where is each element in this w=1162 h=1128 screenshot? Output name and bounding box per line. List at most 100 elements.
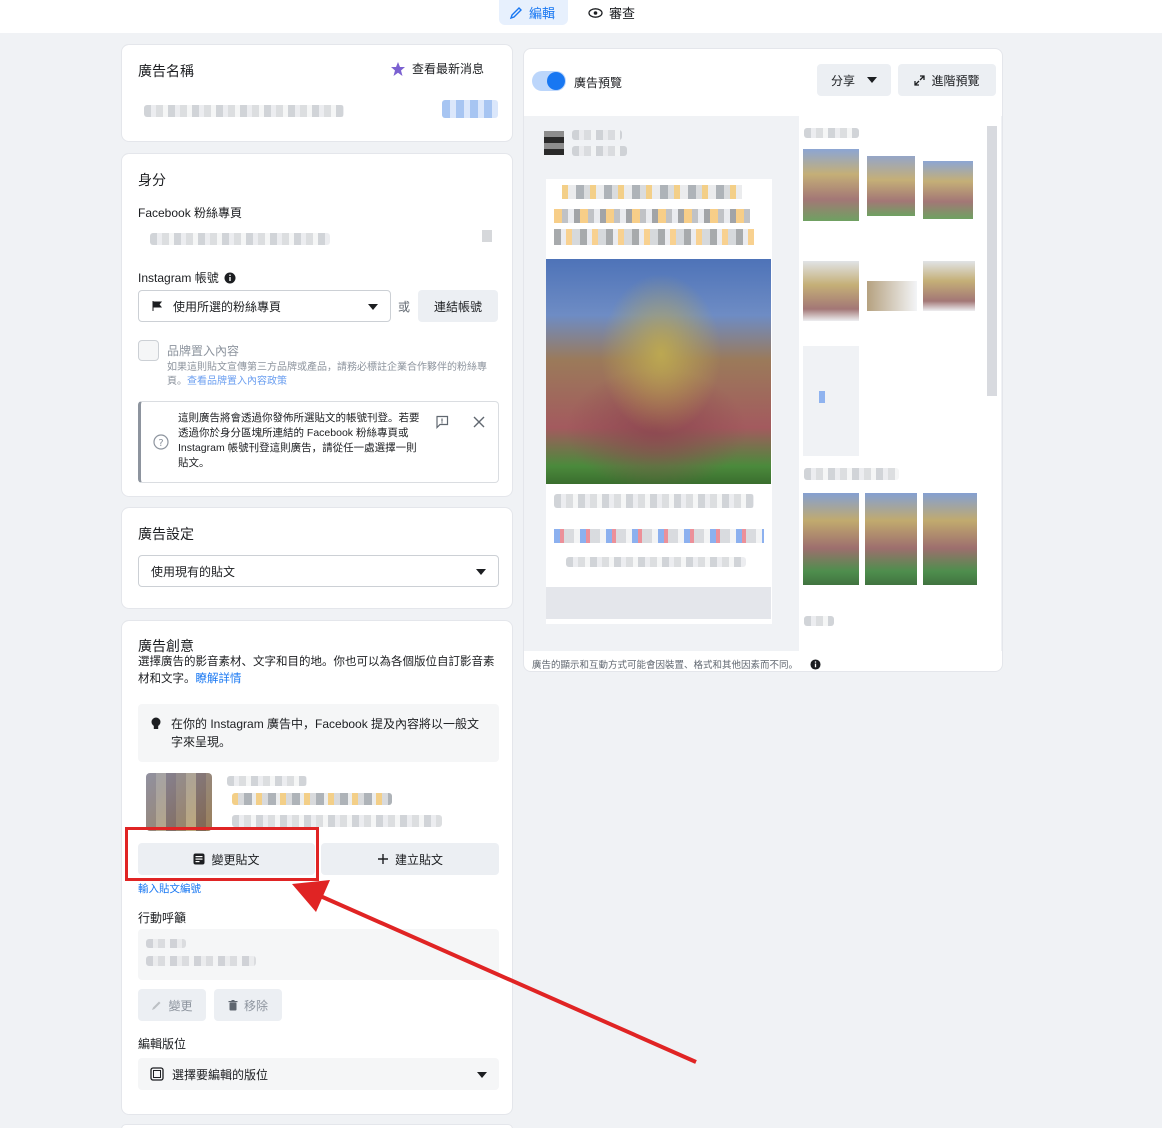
close-icon[interactable] [473, 416, 485, 428]
cta-change-label: 變更 [168, 998, 193, 1013]
placement-icon [150, 1067, 164, 1081]
creative-desc-text: 選擇廣告的影音素材、文字和目的地。你也可以為各個版位自訂影音素材和文字。 [138, 656, 495, 685]
preview-caption-line-2 [554, 209, 750, 223]
tab-review-label: 審查 [609, 6, 636, 21]
preview-actions-line [554, 529, 764, 543]
chevron-down-icon [368, 304, 378, 310]
gallery-scrollbar[interactable] [987, 126, 997, 396]
svg-text:?: ? [158, 438, 163, 449]
preview-gallery [799, 116, 1001, 651]
post-thumbnail [146, 773, 212, 831]
preview-cta-bar [546, 587, 771, 619]
identity-notice-text: 這則廣告將會透過你發佈所選貼文的帳號刊登。若要透過你於身分區塊所連結的 Face… [178, 412, 420, 469]
gallery-thumb-8 [865, 493, 917, 585]
connect-account-button[interactable]: 連結帳號 [418, 290, 498, 322]
branded-content-checkbox[interactable] [138, 340, 159, 361]
pencil-icon [509, 6, 522, 19]
creative-tip-text: 在你的 Instagram 廣告中，Facebook 提及內容將以一般文字來呈現… [171, 717, 480, 749]
identity-card: 身分 Facebook 粉絲專頁 Instagram 帳號 使用所選的粉絲專頁 … [121, 153, 513, 497]
creative-tip-box: 在你的 Instagram 廣告中，Facebook 提及內容將以一般文字來呈現… [138, 704, 499, 762]
advanced-preview-label: 進階預覽 [931, 73, 980, 88]
edit-placement-label: 編輯版位 [138, 1037, 187, 1051]
tab-review[interactable]: 審查 [578, 0, 645, 25]
pencil-icon [152, 1001, 161, 1010]
chevron-down-icon [867, 77, 877, 83]
next-card-edge [121, 1124, 513, 1128]
ad-name-card: 廣告名稱 查看最新消息 [121, 44, 513, 142]
lightbulb-icon [151, 717, 161, 729]
edit-placement-select[interactable]: 選擇要編輯的版位 [138, 1058, 499, 1090]
cta-label: 行動呼籲 [138, 911, 187, 925]
cta-box[interactable] [138, 929, 499, 980]
gallery-placeholder [803, 346, 859, 456]
ad-name-title: 廣告名稱 [138, 63, 194, 79]
ad-name-badge-blurred [442, 100, 498, 118]
ad-name-input-blurred[interactable] [144, 105, 344, 117]
preview-canvas [524, 116, 1002, 651]
preview-page-name [572, 130, 622, 140]
post-text-line-2 [232, 793, 392, 805]
cta-remove-button[interactable]: 移除 [214, 989, 282, 1021]
preview-engagement-line [554, 494, 754, 508]
ad-setup-title: 廣告設定 [138, 526, 194, 542]
gallery-thumb-9 [923, 493, 977, 585]
info-icon[interactable] [224, 272, 236, 284]
enter-post-id-link[interactable]: 輸入貼文編號 [138, 881, 201, 896]
top-bar: 編輯 審查 [0, 0, 1162, 33]
preview-footnote: 廣告的顯示和互動方式可能會因裝置、格式和其他因素而不同。 [532, 657, 821, 671]
gallery-thumb-4 [803, 261, 859, 321]
creative-title: 廣告創意 [138, 638, 194, 654]
creative-desc: 選擇廣告的影音素材、文字和目的地。你也可以為各個版位自訂影音素材和文字。瞭解詳情 [138, 654, 500, 688]
star-icon [390, 61, 405, 76]
chevron-down-icon [476, 569, 486, 575]
preview-caption-line-3 [554, 229, 754, 245]
plus-icon [377, 854, 388, 864]
gallery-thumb-5 [867, 281, 917, 311]
cta-value-line-1 [146, 939, 186, 948]
gallery-header-1 [804, 128, 859, 138]
ad-setup-value: 使用現有的貼文 [151, 564, 236, 579]
post-text-line-1 [227, 776, 307, 786]
question-icon: ? [153, 434, 169, 450]
cta-change-button[interactable]: 變更 [138, 989, 206, 1021]
learn-more-link[interactable]: 瞭解詳情 [196, 673, 242, 685]
tab-edit-label: 編輯 [529, 6, 556, 21]
preview-footnote-text: 廣告的顯示和互動方式可能會因裝置、格式和其他因素而不同。 [532, 660, 799, 671]
chevron-down-icon [477, 1072, 487, 1078]
create-post-button[interactable]: 建立貼文 [321, 843, 499, 875]
preview-toggle[interactable] [532, 71, 566, 91]
connect-account-label: 連結帳號 [433, 299, 482, 314]
branded-content-policy-link[interactable]: 查看品牌置入內容政策 [187, 376, 287, 387]
gallery-thumb-6 [923, 261, 975, 311]
eye-icon [588, 7, 603, 18]
identity-title: 身分 [138, 172, 166, 188]
highlight-box [125, 827, 319, 881]
trash-icon [228, 999, 238, 1010]
latest-news-label: 查看最新消息 [411, 62, 484, 76]
cta-remove-label: 移除 [243, 998, 268, 1013]
share-button[interactable]: 分享 [817, 64, 891, 96]
gallery-thumb-1 [803, 149, 859, 221]
instagram-account-select[interactable]: 使用所選的粉絲專頁 [138, 290, 391, 322]
gallery-header-2 [804, 468, 899, 480]
instagram-label-row: Instagram 帳號 [138, 269, 236, 286]
gallery-dot [819, 391, 825, 403]
ad-setup-select[interactable]: 使用現有的貼文 [138, 555, 499, 587]
tab-edit[interactable]: 編輯 [499, 0, 568, 25]
flag-icon [152, 301, 163, 311]
preview-toggle-knob [547, 72, 565, 90]
latest-news-link[interactable]: 查看最新消息 [390, 60, 484, 77]
gallery-footer-line [804, 616, 834, 626]
advanced-preview-button[interactable]: 進階預覽 [898, 64, 996, 96]
preview-sponsored [572, 146, 627, 156]
gallery-thumb-3 [923, 161, 973, 219]
info-icon[interactable] [810, 658, 821, 670]
share-label: 分享 [830, 73, 855, 88]
preview-toggle-label: 廣告預覽 [574, 76, 623, 90]
instagram-account-value: 使用所選的粉絲專頁 [173, 299, 282, 314]
instagram-label: Instagram 帳號 [138, 271, 219, 285]
preview-caption-line-1 [562, 185, 742, 199]
feedback-icon[interactable] [435, 415, 449, 429]
facebook-page-selector-blurred[interactable] [150, 233, 330, 245]
edit-placement-value: 選擇要編輯的版位 [172, 1067, 269, 1082]
